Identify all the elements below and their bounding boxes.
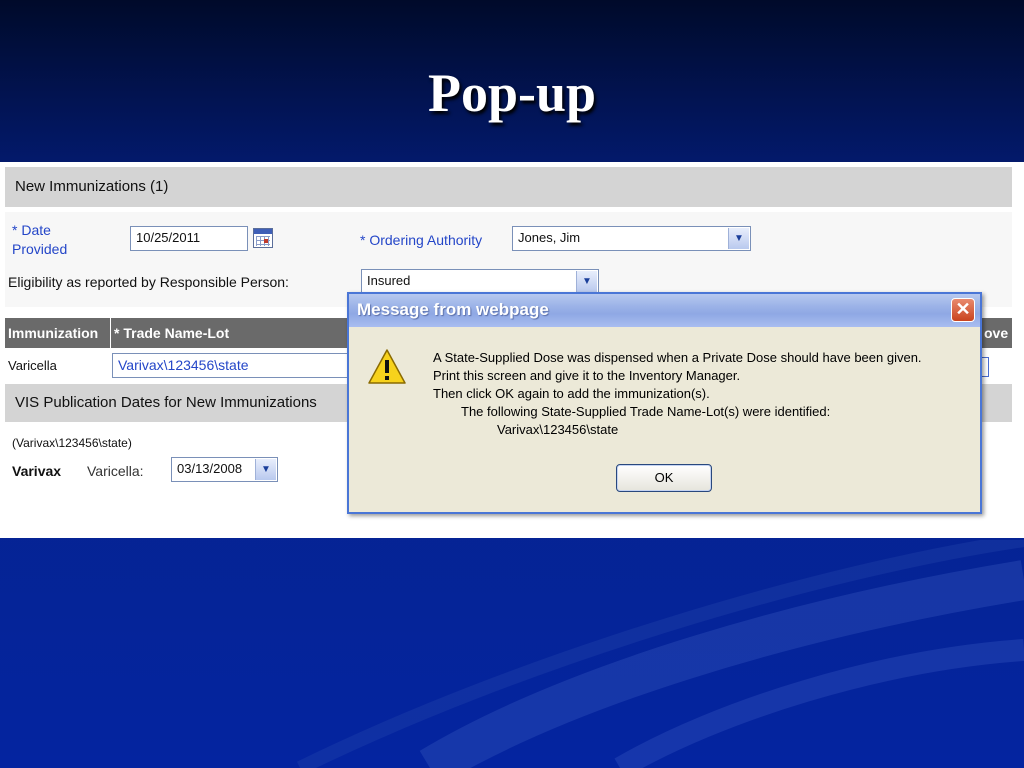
vis-trade-note: (Varivax\123456\state) (12, 436, 132, 450)
dialog-message-line: The following State-Supplied Trade Name-… (461, 404, 831, 419)
vis-header: VIS Publication Dates for New Immunizati… (5, 384, 350, 422)
vis-date-select[interactable]: 03/13/2008 ▼ (171, 457, 278, 482)
vis-title: VIS Publication Dates for New Immunizati… (15, 394, 317, 411)
ordering-authority-value: Jones, Jim (518, 230, 581, 245)
dialog-message-line: Varivax\123456\state (497, 422, 619, 437)
chevron-down-icon[interactable]: ▼ (728, 228, 749, 249)
message-dialog: Message from webpage ✕ A State-Supplied … (347, 292, 982, 514)
slide-title: Pop-up (427, 63, 597, 123)
new-immunizations-header: New Immunizations (1) (5, 167, 1012, 207)
vis-vaccine: Varivax (12, 463, 62, 479)
date-provided-input[interactable]: 10/25/2011 (130, 226, 248, 251)
column-header-truncated: ove (984, 325, 1009, 341)
trade-name-lot-input[interactable]: Varivax\123456\state (112, 353, 352, 378)
ordering-authority-label: * Ordering Authority (360, 232, 483, 248)
vis-date-value: 03/13/2008 (177, 461, 243, 476)
dialog-message-line: Print this screen and give it to the Inv… (433, 368, 741, 383)
eligibility-value: Insured (367, 273, 411, 288)
dialog-message-line: A State-Supplied Dose was dispensed when… (433, 350, 922, 365)
column-header-immunization: Immunization (5, 318, 111, 348)
date-provided-label: * Date Provided (12, 222, 68, 257)
new-immunizations-title: New Immunizations (1) (15, 178, 169, 195)
eligibility-label: Eligibility as reported by Responsible P… (8, 274, 289, 290)
background-swoosh (296, 540, 1024, 768)
eligibility-select[interactable]: Insured ▼ (361, 269, 599, 294)
vis-disease-label: Varicella: (87, 463, 144, 479)
dialog-message-line: Then click OK again to add the immunizat… (433, 386, 710, 401)
column-header-trade-name-lot: * Trade Name-Lot (111, 318, 351, 348)
row-checkbox-edge[interactable] (981, 357, 989, 377)
dialog-title: Message from webpage (357, 300, 549, 319)
dialog-titlebar[interactable]: Message from webpage ✕ (349, 294, 980, 327)
warning-icon (368, 349, 406, 384)
chevron-down-icon[interactable]: ▼ (255, 459, 276, 480)
close-icon[interactable]: ✕ (951, 298, 975, 322)
ordering-authority-select[interactable]: Jones, Jim ▼ (512, 226, 751, 251)
row-immunization: Varicella (8, 358, 57, 373)
chevron-down-icon[interactable]: ▼ (576, 271, 597, 292)
calendar-icon[interactable] (253, 228, 273, 248)
ok-button[interactable]: OK (616, 464, 712, 492)
